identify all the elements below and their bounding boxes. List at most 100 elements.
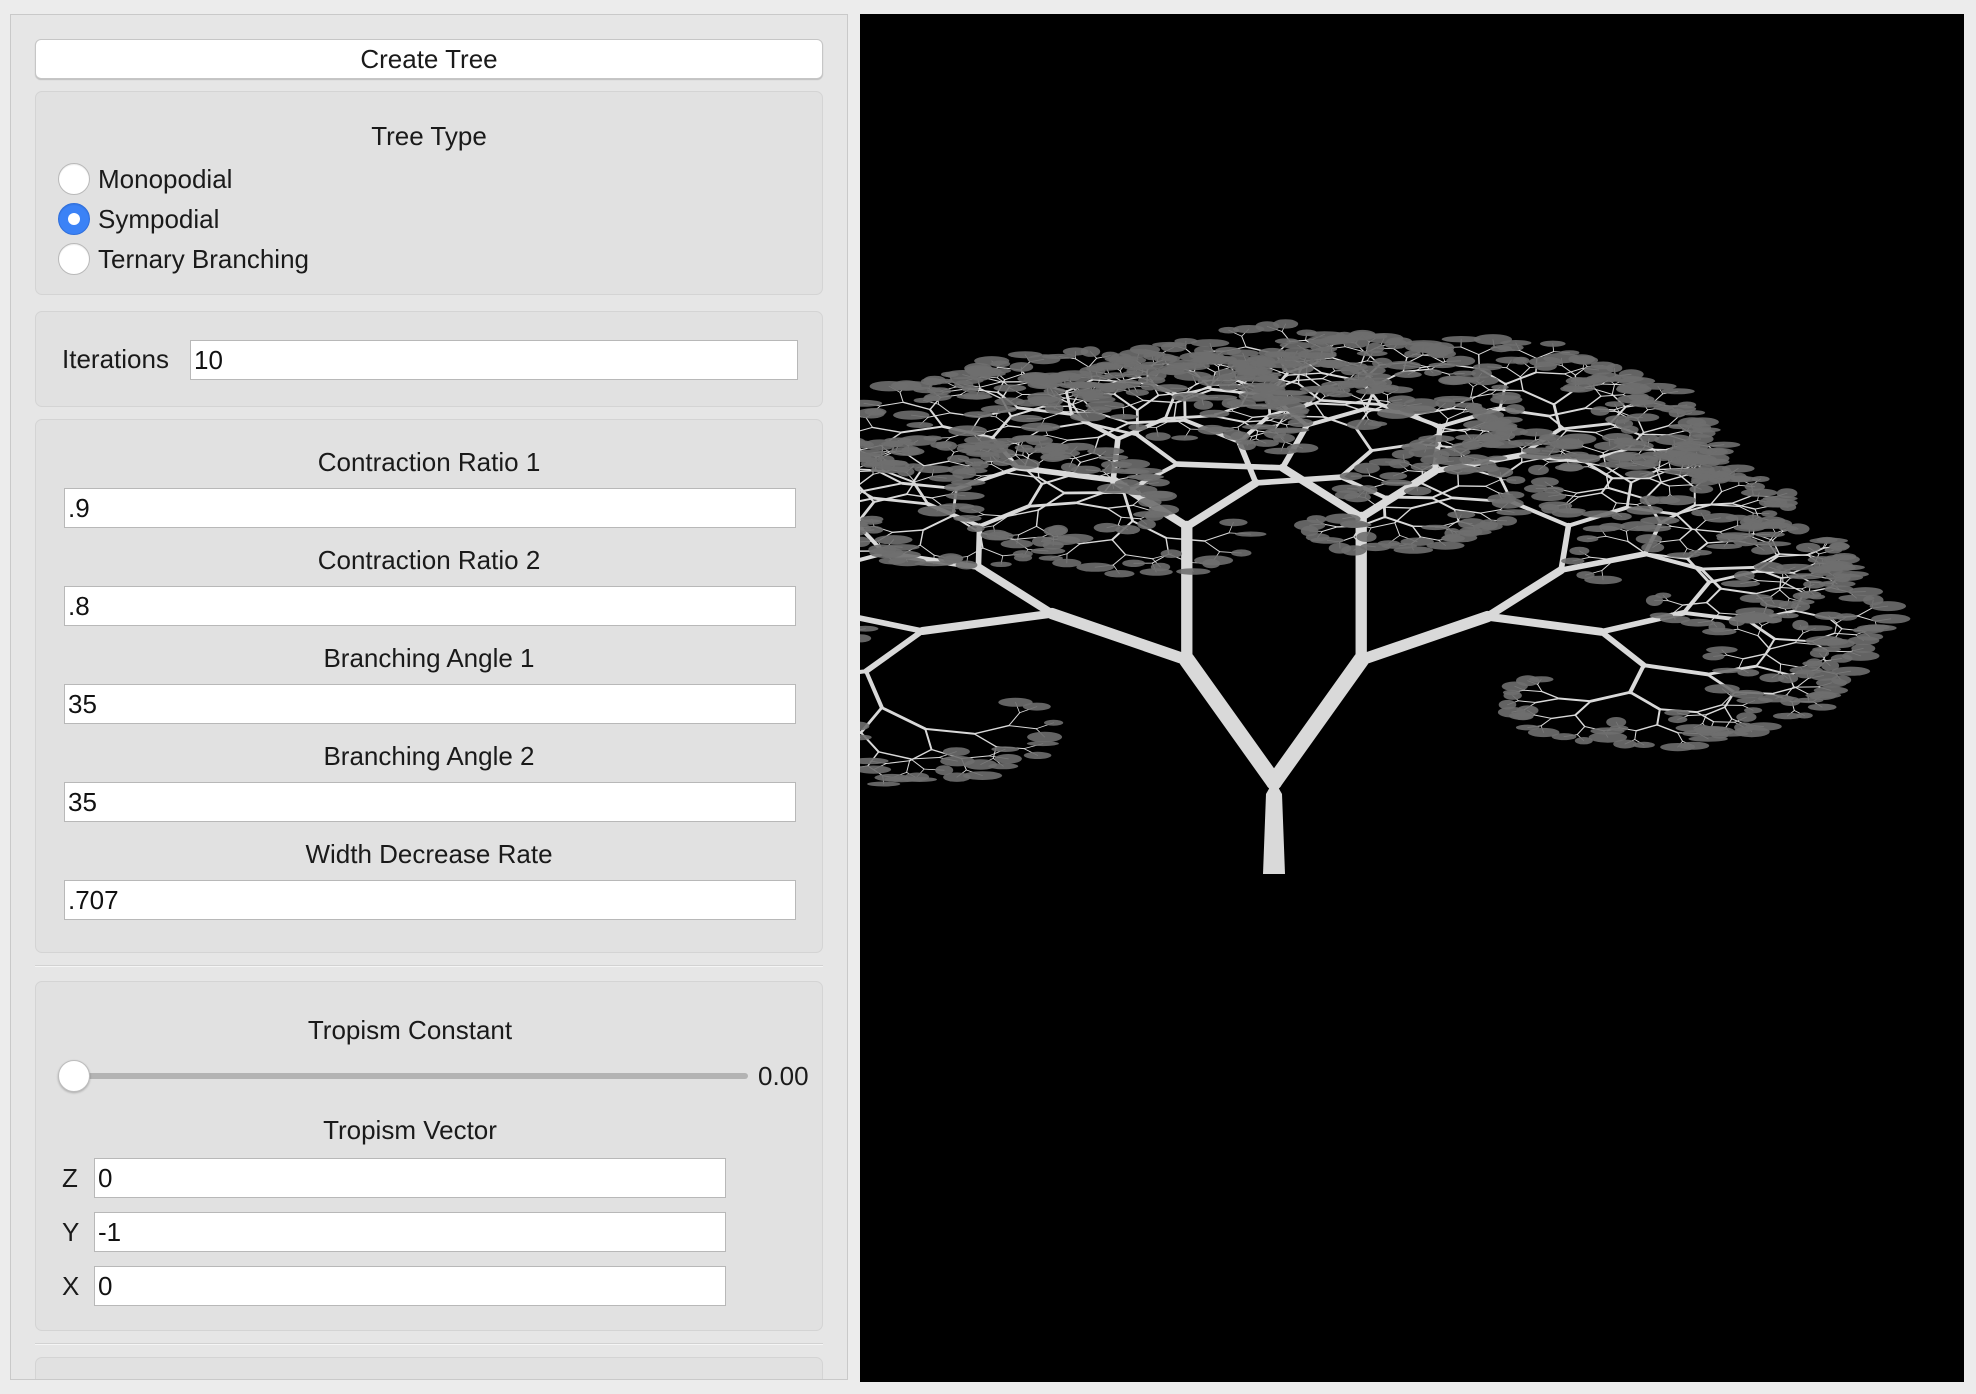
contraction-ratio-1-input[interactable] bbox=[64, 488, 796, 528]
tree-branch bbox=[1730, 494, 1755, 505]
tree-leaf bbox=[1000, 539, 1033, 549]
tree-leaf bbox=[1832, 571, 1869, 578]
tree-leaf bbox=[1490, 345, 1512, 353]
tree-branch bbox=[1483, 612, 1606, 636]
tree-branch bbox=[1558, 422, 1612, 431]
tree-leaf bbox=[1620, 425, 1639, 434]
tropism-x-input[interactable] bbox=[94, 1266, 726, 1306]
radio-monopodial[interactable]: Monopodial bbox=[58, 160, 232, 198]
tree-leaf bbox=[1678, 410, 1706, 416]
tree-branch bbox=[1027, 482, 1044, 508]
tree-leaf bbox=[1214, 346, 1242, 355]
tree-leaf bbox=[1668, 423, 1692, 430]
tree-branch bbox=[1524, 689, 1543, 693]
tree-leaf bbox=[1237, 382, 1274, 393]
tree-leaf bbox=[1145, 432, 1171, 441]
tree-branch bbox=[1074, 501, 1109, 510]
slider-handle[interactable] bbox=[58, 1060, 90, 1092]
tree-leaf bbox=[935, 765, 954, 776]
tree-leaf bbox=[993, 384, 1027, 392]
tree-branch bbox=[923, 460, 950, 467]
tree-branch bbox=[1605, 535, 1629, 542]
tree-branch bbox=[1634, 730, 1637, 740]
tree-leaf bbox=[1634, 524, 1672, 532]
radio-button-sympodial[interactable] bbox=[58, 203, 90, 235]
tree-leaf bbox=[1343, 376, 1374, 383]
contraction-ratio-2-input[interactable] bbox=[64, 586, 796, 626]
tree-leaf bbox=[1394, 371, 1422, 378]
tree-leaf bbox=[1741, 488, 1778, 497]
tropism-z-input[interactable] bbox=[94, 1158, 726, 1198]
tree-branch bbox=[1117, 516, 1122, 526]
tree-leaf bbox=[1655, 592, 1672, 599]
tree-leaf bbox=[1761, 510, 1778, 517]
tree-branch bbox=[1355, 610, 1494, 666]
tree-branch bbox=[1667, 600, 1684, 606]
radio-button-monopodial[interactable] bbox=[58, 163, 90, 195]
tree-leaf bbox=[1754, 531, 1785, 538]
tree-branch bbox=[1600, 492, 1618, 504]
tropism-y-input[interactable] bbox=[94, 1212, 726, 1252]
tree-leaf bbox=[860, 519, 883, 525]
radio-sympodial[interactable]: Sympodial bbox=[58, 200, 219, 238]
tree-leaf bbox=[1505, 404, 1525, 415]
tree-leaf bbox=[1530, 477, 1559, 487]
tree-branch bbox=[872, 496, 930, 506]
tree-branch bbox=[1394, 507, 1413, 524]
tree-leaf bbox=[1404, 486, 1432, 496]
section-divider-lower bbox=[35, 1343, 823, 1345]
tree-branch bbox=[1656, 708, 1661, 726]
tree-leaf bbox=[1576, 454, 1601, 463]
tree-leaf bbox=[1661, 388, 1695, 395]
tree-branch bbox=[1709, 490, 1723, 506]
branching-angle-1-input[interactable] bbox=[64, 684, 796, 724]
tree-branch bbox=[924, 727, 976, 735]
tree-branch bbox=[1737, 628, 1759, 637]
tree-leaf bbox=[1498, 699, 1517, 710]
tree-leaf bbox=[1626, 505, 1664, 515]
radio-ternary-branching[interactable]: Ternary Branching bbox=[58, 240, 309, 278]
tree-leaf bbox=[1491, 497, 1524, 509]
tree-leaf bbox=[885, 440, 904, 448]
tree-leaf bbox=[1199, 409, 1230, 418]
tree-leaf bbox=[1702, 627, 1737, 636]
tree-leaf bbox=[884, 776, 919, 783]
tree-branch bbox=[1628, 663, 1646, 695]
tree-leaf bbox=[1739, 594, 1773, 603]
tree-viewport[interactable] bbox=[860, 14, 1964, 1382]
tree-leaf bbox=[860, 765, 892, 774]
tree-leaf bbox=[1429, 342, 1455, 353]
radio-button-ternary-branching[interactable] bbox=[58, 243, 90, 275]
tree-leaf bbox=[1560, 385, 1586, 393]
tree-branch bbox=[1577, 492, 1603, 498]
tree-branch bbox=[1046, 607, 1193, 666]
tree-branch bbox=[1677, 732, 1683, 742]
tree-branch bbox=[1635, 724, 1658, 732]
branching-angle-2-input[interactable] bbox=[64, 782, 796, 822]
create-tree-button[interactable]: Create Tree bbox=[35, 39, 823, 79]
tree-branch bbox=[1694, 529, 1709, 544]
tree-leaf bbox=[1736, 697, 1773, 704]
width-decrease-rate-input[interactable] bbox=[64, 880, 796, 920]
tree-leaf bbox=[1734, 722, 1755, 733]
tree-leaf bbox=[1044, 719, 1064, 726]
tree-leaf bbox=[1190, 339, 1230, 348]
tropism-constant-slider[interactable] bbox=[58, 1056, 748, 1096]
tree-leaf bbox=[1218, 381, 1239, 391]
tree-leaf bbox=[980, 405, 1017, 414]
tree-branch bbox=[1679, 539, 1688, 549]
tree-leaf bbox=[1581, 510, 1619, 518]
tree-leaf bbox=[1253, 439, 1279, 447]
tree-branch bbox=[1411, 525, 1422, 538]
contraction-ratio-1-label: Contraction Ratio 1 bbox=[317, 447, 541, 477]
iterations-input[interactable] bbox=[190, 340, 798, 380]
tree-leaf bbox=[1049, 449, 1081, 458]
tree-leaf bbox=[1339, 472, 1363, 481]
tree-leaf bbox=[958, 505, 985, 514]
radio-label-monopodial: Monopodial bbox=[98, 164, 233, 194]
tree-branch bbox=[1540, 717, 1552, 727]
tree-branch bbox=[1718, 612, 1741, 615]
tree-branch bbox=[1668, 484, 1691, 487]
slider-track[interactable] bbox=[74, 1073, 748, 1079]
tropism-constant-label: Tropism Constant bbox=[307, 1015, 513, 1045]
